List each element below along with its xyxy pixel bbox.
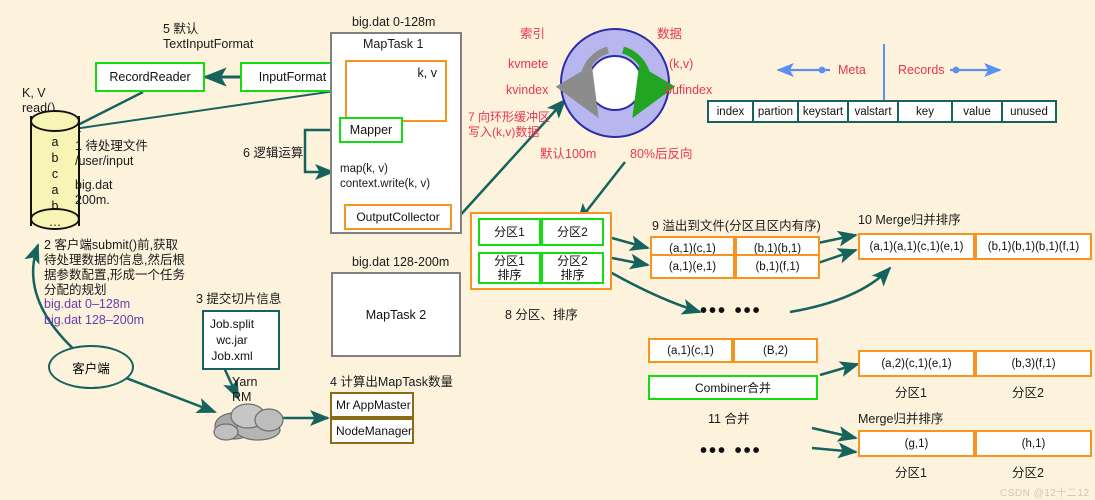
combiner-box[interactable]: Combiner合并 xyxy=(648,375,818,400)
meta-cell-partion: partion xyxy=(752,100,799,123)
merge-row3-partition-label-1: 分区1 xyxy=(895,466,927,480)
spill-row2-part2: (b,1)(f,1) xyxy=(735,254,820,279)
step8-label: 8 分区、排序 xyxy=(505,308,578,322)
mapper-box[interactable]: Mapper xyxy=(339,117,403,143)
spill-ellipsis: ••• ••• xyxy=(700,300,762,322)
merge-row3-part2: (h,1) xyxy=(975,430,1092,457)
partition-sort-box-1: 分区1 排序 xyxy=(478,252,541,284)
combine-ellipsis: ••• ••• xyxy=(700,440,762,462)
kv-inner-box: k, v xyxy=(345,60,447,122)
index-label: 索引 xyxy=(520,27,546,41)
partition-box-1: 分区1 xyxy=(478,218,541,246)
buffer-default-label: 默认100m xyxy=(540,147,597,161)
spill-row2-part1: (a,1)(e,1) xyxy=(650,254,735,279)
mr-appmaster-box[interactable]: Mr AppMaster xyxy=(330,392,414,418)
kv-inner-label: k, v xyxy=(417,66,437,80)
record-reader-box[interactable]: RecordReader xyxy=(95,62,205,92)
cylinder-content: a b c a b… xyxy=(48,135,62,229)
buffer-reverse-label: 80%后反向 xyxy=(630,147,693,161)
step1-label: 1 待处理文件 /user/input xyxy=(75,139,148,168)
data-label: 数据 xyxy=(657,27,683,41)
maptask1-header-label: big.dat 0-128m xyxy=(352,15,436,29)
circular-buffer xyxy=(555,28,676,138)
step7-label: 7 向环形缓冲区 写入(k,v)数据 xyxy=(468,110,551,139)
combine-input-part1: (a,1)(c,1) xyxy=(648,338,733,363)
meta-cell-unused: unused xyxy=(1001,100,1057,123)
step2-split1-label: big.dat 0–128m xyxy=(44,297,131,311)
maptask2-header-label: big.dat 128-200m xyxy=(352,255,450,269)
merge-row3-partition-label-2: 分区2 xyxy=(1012,466,1044,480)
step6-label: 6 逻辑运算 xyxy=(243,146,304,160)
partition-box-2: 分区2 xyxy=(541,218,604,246)
meta-cell-keystart: keystart xyxy=(797,100,849,123)
maptask1-title: MapTask 1 xyxy=(363,37,424,51)
records-label: Records xyxy=(898,63,945,77)
merge-row3-part1: (g,1) xyxy=(858,430,975,457)
step5-label: 5 默认 TextInputFormat xyxy=(163,22,254,51)
kv-pair-label: (k,v) xyxy=(669,57,694,71)
meta-records-table: index partion keystart valstart key valu… xyxy=(707,100,1057,123)
meta-cell-valstart: valstart xyxy=(847,100,899,123)
step2-label: 2 客户端submit()前,获取 待处理数据的信息,然后根 据参数配置,形成一… xyxy=(44,238,185,297)
step9-label: 9 溢出到文件(分区且区内有序) xyxy=(652,219,821,233)
maptask2-box: MapTask 2 xyxy=(331,272,461,357)
yarn-cloud-icon xyxy=(213,400,286,441)
merge-row2-partition-label-2: 分区2 xyxy=(1012,386,1044,400)
kvindex-label: kvindex xyxy=(506,83,549,97)
partition-sort-box-2: 分区2 排序 xyxy=(541,252,604,284)
combine-input-part2: (B,2) xyxy=(733,338,818,363)
watermark: CSDN @12十二12 xyxy=(1000,488,1090,499)
kvmete-label: kvmete xyxy=(508,57,549,71)
merge-row1-part1: (a,1)(a,1)(c,1)(e,1) xyxy=(858,233,975,260)
merge-sort-bottom-label: Merge归并排序 xyxy=(858,412,944,426)
meta-cell-value: value xyxy=(951,100,1003,123)
output-collector-box[interactable]: OutputCollector xyxy=(344,204,452,230)
step11-label: 11 合并 xyxy=(708,412,750,426)
merge-row2-part2: (b,3)(f,1) xyxy=(975,350,1092,377)
hdfs-cylinder: a b c a b… xyxy=(30,110,80,230)
bufindex-label: bufindex xyxy=(665,83,713,97)
meta-cell-key: key xyxy=(897,100,953,123)
merge-row1-part2: (b,1)(b,1)(b,1)(f,1) xyxy=(975,233,1092,260)
node-manager-box[interactable]: NodeManager xyxy=(330,418,414,444)
job-split-box[interactable]: Job.split wc.jar Job.xml xyxy=(202,310,280,370)
map-calls-label: map(k, v) context.write(k, v) xyxy=(340,163,431,190)
merge-row2-part1: (a,2)(c,1)(e,1) xyxy=(858,350,975,377)
step2-split2-label: big.dat 128–200m xyxy=(44,313,145,327)
meta-label: Meta xyxy=(838,63,866,77)
job-split-text: Job.split wc.jar Job.xml xyxy=(210,317,255,363)
meta-cell-index: index xyxy=(707,100,754,123)
step3-label: 3 提交切片信息 xyxy=(196,292,282,306)
diagram-canvas: 5 默认 TextInputFormat RecordReader InputF… xyxy=(0,0,1095,500)
merge-row2-partition-label-1: 分区1 xyxy=(895,386,927,400)
client-ellipse[interactable]: 客户端 xyxy=(48,345,134,389)
step4-label: 4 计算出MapTask数量 xyxy=(330,375,453,389)
step10-label: 10 Merge归并排序 xyxy=(858,213,961,227)
bigdat-size-label: big.dat 200m. xyxy=(75,178,113,207)
